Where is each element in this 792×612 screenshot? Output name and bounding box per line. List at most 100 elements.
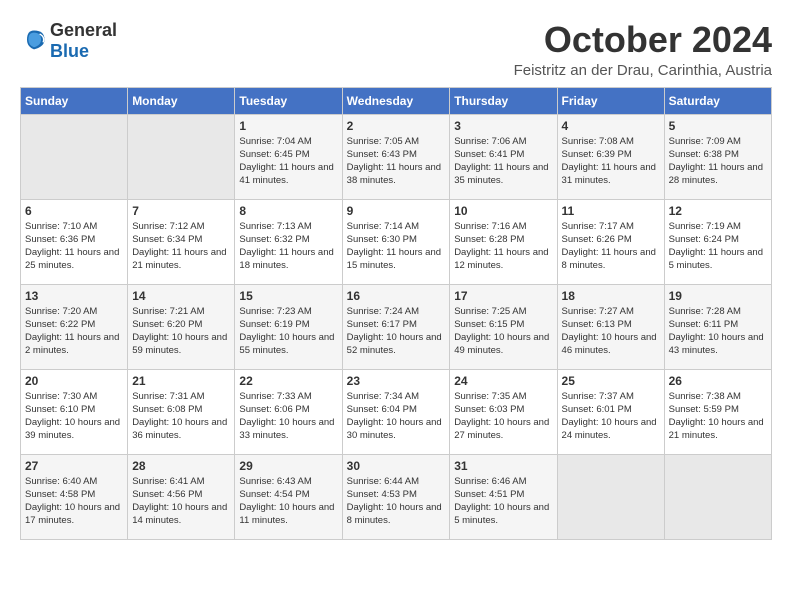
day-number: 2 [347,119,446,133]
calendar-cell: 13 Sunrise: 7:20 AM Sunset: 6:22 PM Dayli… [21,284,128,369]
day-info: Sunrise: 7:10 AM Sunset: 6:36 PM Dayligh… [25,220,123,273]
day-number: 14 [132,289,230,303]
day-number: 30 [347,459,446,473]
day-info: Sunrise: 7:09 AM Sunset: 6:38 PM Dayligh… [669,135,767,188]
calendar-table: SundayMondayTuesdayWednesdayThursdayFrid… [20,87,772,540]
calendar-week-row: 27Sunrise: 6:40 AM Sunset: 4:58 PM Dayli… [21,454,772,539]
calendar-body: 1 Sunrise: 7:04 AM Sunset: 6:45 PM Daylig… [21,114,772,539]
calendar-cell: 8 Sunrise: 7:13 AM Sunset: 6:32 PM Daylig… [235,199,342,284]
calendar-cell [664,454,771,539]
day-info: Sunrise: 7:06 AM Sunset: 6:41 PM Dayligh… [454,135,552,188]
day-number: 24 [454,374,552,388]
day-number: 11 [562,204,660,218]
calendar-week-row: 13 Sunrise: 7:20 AM Sunset: 6:22 PM Dayli… [21,284,772,369]
day-info: Sunrise: 7:34 AM Sunset: 6:04 PM Dayligh… [347,390,446,443]
calendar-cell: 3 Sunrise: 7:06 AM Sunset: 6:41 PM Daylig… [450,114,557,199]
calendar-cell [128,114,235,199]
day-info: Sunrise: 7:17 AM Sunset: 6:26 PM Dayligh… [562,220,660,273]
day-number: 18 [562,289,660,303]
day-info: Sunrise: 7:37 AM Sunset: 6:01 PM Dayligh… [562,390,660,443]
day-number: 21 [132,374,230,388]
calendar-cell: 4Sunrise: 7:08 AM Sunset: 6:39 PM Daylig… [557,114,664,199]
calendar-cell: 23 Sunrise: 7:34 AM Sunset: 6:04 PM Dayli… [342,369,450,454]
calendar-cell: 5 Sunrise: 7:09 AM Sunset: 6:38 PM Daylig… [664,114,771,199]
calendar-cell: 22 Sunrise: 7:33 AM Sunset: 6:06 PM Dayli… [235,369,342,454]
calendar-cell: 17Sunrise: 7:25 AM Sunset: 6:15 PM Dayli… [450,284,557,369]
day-number: 3 [454,119,552,133]
header-cell-sunday: Sunday [21,87,128,114]
day-info: Sunrise: 7:08 AM Sunset: 6:39 PM Dayligh… [562,135,660,188]
day-info: Sunrise: 6:41 AM Sunset: 4:56 PM Dayligh… [132,475,230,528]
header-cell-tuesday: Tuesday [235,87,342,114]
logo-text-blue: Blue [50,41,89,61]
calendar-cell: 28Sunrise: 6:41 AM Sunset: 4:56 PM Dayli… [128,454,235,539]
logo-icon [20,27,48,55]
day-number: 29 [239,459,337,473]
calendar-cell [21,114,128,199]
day-number: 7 [132,204,230,218]
month-title: October 2024 [514,20,772,60]
calendar-cell: 21 Sunrise: 7:31 AM Sunset: 6:08 PM Dayli… [128,369,235,454]
calendar-cell: 26 Sunrise: 7:38 AM Sunset: 5:59 PM Dayli… [664,369,771,454]
day-number: 26 [669,374,767,388]
calendar-cell: 20Sunrise: 7:30 AM Sunset: 6:10 PM Dayli… [21,369,128,454]
calendar-header: SundayMondayTuesdayWednesdayThursdayFrid… [21,87,772,114]
day-info: Sunrise: 7:04 AM Sunset: 6:45 PM Dayligh… [239,135,337,188]
logo: General Blue [20,20,117,62]
calendar-cell: 14 Sunrise: 7:21 AM Sunset: 6:20 PM Dayli… [128,284,235,369]
logo-text-general: General [50,20,117,40]
day-info: Sunrise: 7:16 AM Sunset: 6:28 PM Dayligh… [454,220,552,273]
day-info: Sunrise: 7:38 AM Sunset: 5:59 PM Dayligh… [669,390,767,443]
day-number: 13 [25,289,123,303]
header-cell-wednesday: Wednesday [342,87,450,114]
day-info: Sunrise: 7:33 AM Sunset: 6:06 PM Dayligh… [239,390,337,443]
calendar-cell: 1 Sunrise: 7:04 AM Sunset: 6:45 PM Daylig… [235,114,342,199]
day-info: Sunrise: 7:28 AM Sunset: 6:11 PM Dayligh… [669,305,767,358]
day-number: 17 [454,289,552,303]
calendar-cell: 30 Sunrise: 6:44 AM Sunset: 4:53 PM Dayli… [342,454,450,539]
calendar-week-row: 6 Sunrise: 7:10 AM Sunset: 6:36 PM Daylig… [21,199,772,284]
day-info: Sunrise: 7:05 AM Sunset: 6:43 PM Dayligh… [347,135,446,188]
day-number: 16 [347,289,446,303]
day-number: 23 [347,374,446,388]
calendar-week-row: 1 Sunrise: 7:04 AM Sunset: 6:45 PM Daylig… [21,114,772,199]
header-cell-saturday: Saturday [664,87,771,114]
day-number: 9 [347,204,446,218]
day-number: 15 [239,289,337,303]
day-info: Sunrise: 7:21 AM Sunset: 6:20 PM Dayligh… [132,305,230,358]
page-header: General Blue October 2024 Feistritz an d… [20,20,772,79]
calendar-cell: 19Sunrise: 7:28 AM Sunset: 6:11 PM Dayli… [664,284,771,369]
day-info: Sunrise: 7:23 AM Sunset: 6:19 PM Dayligh… [239,305,337,358]
day-number: 5 [669,119,767,133]
calendar-cell: 31Sunrise: 6:46 AM Sunset: 4:51 PM Dayli… [450,454,557,539]
day-info: Sunrise: 7:12 AM Sunset: 6:34 PM Dayligh… [132,220,230,273]
calendar-cell: 2 Sunrise: 7:05 AM Sunset: 6:43 PM Daylig… [342,114,450,199]
day-info: Sunrise: 7:19 AM Sunset: 6:24 PM Dayligh… [669,220,767,273]
day-info: Sunrise: 7:27 AM Sunset: 6:13 PM Dayligh… [562,305,660,358]
calendar-cell [557,454,664,539]
day-info: Sunrise: 7:20 AM Sunset: 6:22 PM Dayligh… [25,305,123,358]
day-info: Sunrise: 6:43 AM Sunset: 4:54 PM Dayligh… [239,475,337,528]
header-cell-monday: Monday [128,87,235,114]
calendar-cell: 16 Sunrise: 7:24 AM Sunset: 6:17 PM Dayli… [342,284,450,369]
calendar-cell: 11 Sunrise: 7:17 AM Sunset: 6:26 PM Dayli… [557,199,664,284]
header-row: SundayMondayTuesdayWednesdayThursdayFrid… [21,87,772,114]
calendar-cell: 24Sunrise: 7:35 AM Sunset: 6:03 PM Dayli… [450,369,557,454]
day-number: 1 [239,119,337,133]
day-info: Sunrise: 7:24 AM Sunset: 6:17 PM Dayligh… [347,305,446,358]
day-number: 6 [25,204,123,218]
calendar-cell: 18 Sunrise: 7:27 AM Sunset: 6:13 PM Dayli… [557,284,664,369]
day-number: 8 [239,204,337,218]
day-info: Sunrise: 7:14 AM Sunset: 6:30 PM Dayligh… [347,220,446,273]
day-info: Sunrise: 6:44 AM Sunset: 4:53 PM Dayligh… [347,475,446,528]
day-number: 27 [25,459,123,473]
day-number: 12 [669,204,767,218]
day-info: Sunrise: 6:46 AM Sunset: 4:51 PM Dayligh… [454,475,552,528]
day-number: 10 [454,204,552,218]
day-info: Sunrise: 7:31 AM Sunset: 6:08 PM Dayligh… [132,390,230,443]
day-info: Sunrise: 7:13 AM Sunset: 6:32 PM Dayligh… [239,220,337,273]
day-number: 25 [562,374,660,388]
calendar-week-row: 20Sunrise: 7:30 AM Sunset: 6:10 PM Dayli… [21,369,772,454]
day-number: 22 [239,374,337,388]
title-block: October 2024 Feistritz an der Drau, Cari… [514,20,772,79]
